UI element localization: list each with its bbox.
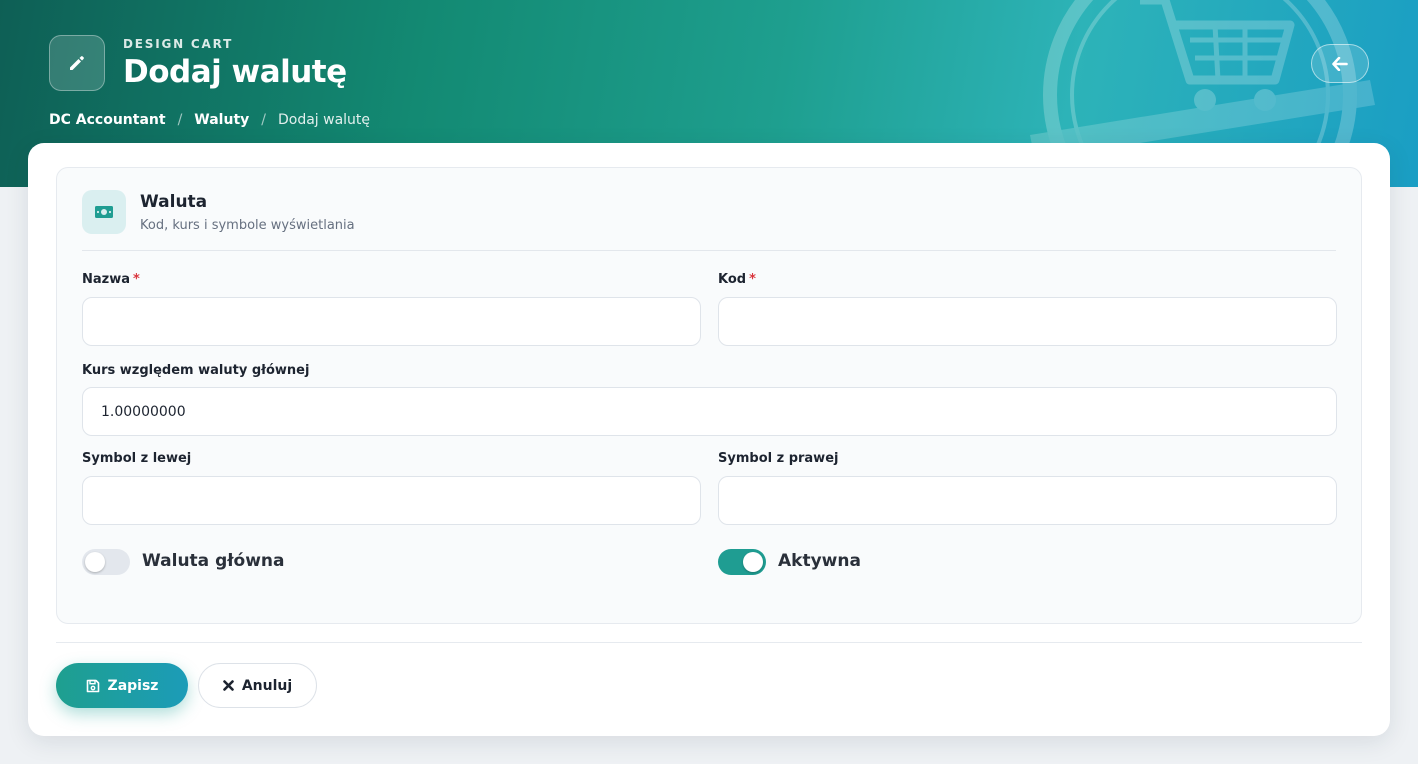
breadcrumb: DC Accountant / Waluty / Dodaj walutę xyxy=(49,112,370,128)
pencil-icon xyxy=(70,56,84,70)
page-title: Dodaj walutę xyxy=(123,54,347,90)
panel-icon xyxy=(82,190,126,234)
arrow-left-icon xyxy=(1332,56,1348,71)
symbol-left-input[interactable] xyxy=(82,476,701,525)
breadcrumb-item-waluty[interactable]: Waluty xyxy=(194,112,249,128)
x-icon xyxy=(223,680,234,691)
save-button[interactable]: Zapisz xyxy=(56,663,188,708)
floppy-disk-icon xyxy=(86,679,99,692)
rate-input[interactable] xyxy=(82,387,1337,436)
actions-divider xyxy=(56,642,1362,643)
page-icon xyxy=(49,35,105,91)
required-marker: * xyxy=(133,272,140,287)
breadcrumb-item-current: Dodaj walutę xyxy=(277,112,371,128)
back-button[interactable] xyxy=(1311,44,1369,83)
symbol-right-label: Symbol z prawej xyxy=(718,451,839,466)
panel-divider xyxy=(82,250,1336,251)
toggle-knob xyxy=(85,552,105,572)
active-label: Aktywna xyxy=(778,551,861,571)
form-card: Waluta Kod, kurs i symbole wyświetlania … xyxy=(28,143,1390,736)
breadcrumb-separator: / xyxy=(177,112,183,128)
symbol-right-input[interactable] xyxy=(718,476,1337,525)
panel-title: Waluta xyxy=(140,192,208,212)
breadcrumb-separator: / xyxy=(261,112,266,128)
toggle-knob xyxy=(743,552,763,572)
save-button-label: Zapisz xyxy=(107,677,159,694)
cancel-button[interactable]: Anuluj xyxy=(198,663,317,708)
symbol-left-label: Symbol z lewej xyxy=(82,451,192,466)
active-toggle[interactable] xyxy=(718,549,766,575)
app-eyebrow: DESIGN CART xyxy=(123,37,234,51)
code-label-text: Kod xyxy=(718,272,747,287)
rate-label: Kurs względem waluty głównej xyxy=(82,363,310,378)
currency-panel: Waluta Kod, kurs i symbole wyświetlania … xyxy=(56,167,1362,624)
main-currency-label: Waluta główna xyxy=(142,551,285,571)
banknote-icon xyxy=(95,206,113,218)
breadcrumb-item-dc-accountant[interactable]: DC Accountant xyxy=(49,112,166,128)
code-label: Kod * xyxy=(718,272,756,287)
main-currency-toggle[interactable] xyxy=(82,549,130,575)
required-marker: * xyxy=(749,272,756,287)
name-label-text: Nazwa xyxy=(82,272,131,287)
name-label: Nazwa * xyxy=(82,272,140,287)
panel-subtitle: Kod, kurs i symbole wyświetlania xyxy=(140,218,355,233)
name-input[interactable] xyxy=(82,297,701,346)
code-input[interactable] xyxy=(718,297,1337,346)
cancel-button-label: Anuluj xyxy=(241,677,293,694)
